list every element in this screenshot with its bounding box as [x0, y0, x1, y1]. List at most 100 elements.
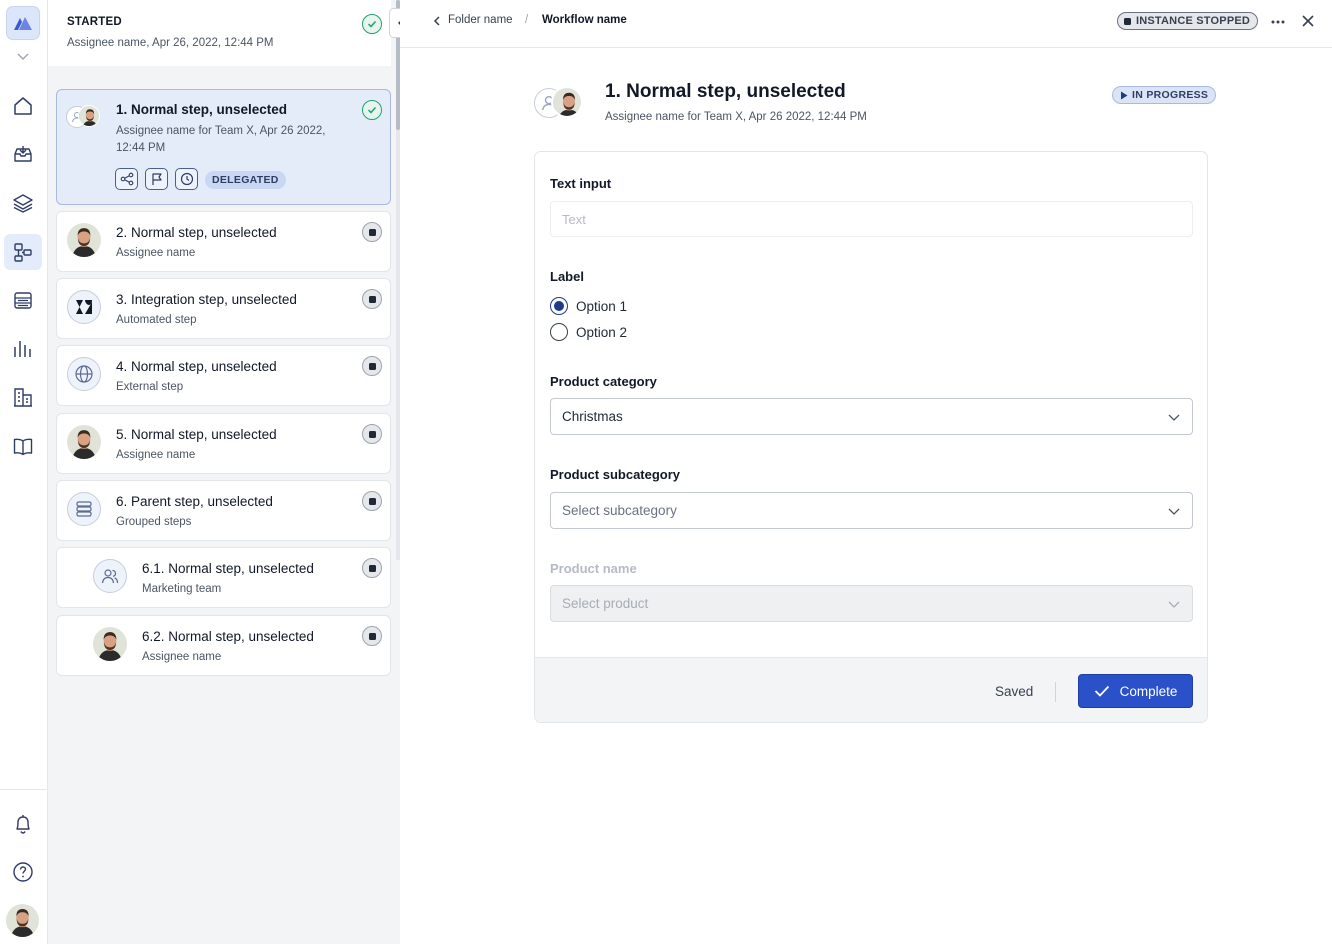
nav-list[interactable] — [4, 282, 42, 318]
steps-panel: STARTED Assignee name, Apr 26, 2022, 12:… — [48, 0, 400, 944]
user-avatar[interactable] — [6, 904, 39, 937]
app-logo[interactable] — [6, 6, 40, 40]
step-subtitle: Automated step — [116, 314, 197, 326]
radio-unselected-icon — [550, 323, 568, 341]
step-subtitle: Assignee name for Team X, Apr 26 2022, 1… — [116, 125, 326, 154]
saved-status: Saved — [995, 684, 1034, 699]
more-options-icon[interactable] — [1270, 14, 1286, 30]
nav-help[interactable] — [4, 854, 42, 890]
breadcrumb-folder[interactable]: Folder name — [448, 14, 513, 26]
assignee-avatar — [93, 627, 127, 661]
form-footer: Saved Complete — [535, 657, 1207, 722]
step-card-6-1[interactable]: 6.1. Normal step, unselected Marketing t… — [56, 547, 391, 608]
chevron-down-icon — [1168, 414, 1180, 421]
delegated-badge: DELEGATED — [205, 171, 286, 189]
chevron-down-icon[interactable] — [15, 48, 31, 64]
globe-icon — [67, 357, 101, 391]
help-icon — [13, 862, 33, 882]
step-form: Text input Text Label Option 1 Option 2 … — [534, 151, 1208, 723]
share-button[interactable] — [115, 168, 138, 190]
nav-docs[interactable] — [4, 428, 42, 464]
stopped-icon — [362, 289, 382, 309]
text-input-label: Text input — [550, 176, 612, 191]
building-icon — [14, 388, 32, 407]
started-title: STARTED — [67, 16, 122, 28]
nav-inbox[interactable] — [4, 136, 42, 172]
clock-icon — [180, 172, 193, 186]
step-card-5[interactable]: 5. Normal step, unselected Assignee name — [56, 413, 391, 474]
step-card-6-2[interactable]: 6.2. Normal step, unselected Assignee na… — [56, 615, 391, 676]
flag-button[interactable] — [145, 168, 168, 190]
nav-home[interactable] — [4, 88, 42, 124]
clock-button[interactable] — [175, 168, 198, 190]
layers-icon — [13, 194, 33, 213]
nav-notifications[interactable] — [4, 806, 42, 842]
in-progress-badge: IN PROGRESS — [1112, 86, 1217, 104]
step-card-4[interactable]: 4. Normal step, unselected External step — [56, 345, 391, 406]
team-icon — [93, 559, 127, 593]
bell-icon — [16, 815, 30, 834]
group-icon — [67, 492, 101, 526]
product-category-select[interactable]: Christmas — [550, 398, 1193, 435]
assignee-avatar — [67, 425, 101, 459]
play-icon — [1121, 91, 1128, 99]
step-title: 3. Integration step, unselected — [116, 292, 297, 307]
logo-icon — [14, 17, 32, 30]
nav-workflows[interactable] — [4, 234, 42, 270]
step-title: 2. Normal step, unselected — [116, 225, 277, 240]
step-title: 6. Parent step, unselected — [116, 494, 273, 509]
step-title: 1. Normal step, unselected — [605, 81, 846, 102]
step-card-2[interactable]: 2. Normal step, unselected Assignee name — [56, 211, 391, 272]
radio-group-label: Label — [550, 269, 584, 284]
chevron-left-icon[interactable] — [432, 16, 442, 26]
step-subtitle: Assignee name — [116, 449, 196, 461]
step-title: 5. Normal step, unselected — [116, 427, 277, 442]
check-icon — [362, 100, 382, 120]
close-icon[interactable] — [1301, 14, 1315, 28]
step-subtitle: Assignee name — [142, 651, 222, 663]
step-card-1[interactable]: 1. Normal step, unselected Assignee name… — [56, 89, 391, 205]
footer-divider — [1055, 682, 1056, 702]
step-title: 4. Normal step, unselected — [116, 359, 277, 374]
share-icon — [120, 172, 133, 186]
check-icon — [1094, 685, 1109, 697]
book-icon — [13, 438, 33, 456]
step-subtitle: Assignee name — [116, 247, 196, 259]
radio-option-1[interactable]: Option 1 — [550, 297, 627, 315]
stopped-icon — [362, 626, 382, 646]
product-subcategory-select[interactable]: Select subcategory — [550, 492, 1193, 529]
zendesk-icon — [67, 290, 101, 324]
step-subtitle: External step — [116, 381, 184, 393]
step-card-6[interactable]: 6. Parent step, unselected Grouped steps — [56, 480, 391, 541]
stopped-icon — [362, 558, 382, 578]
flag-icon — [151, 173, 162, 185]
chevron-down-icon — [1168, 601, 1180, 608]
analytics-icon — [14, 341, 31, 357]
step-title: 1. Normal step, unselected — [116, 102, 288, 117]
assignee-avatar — [67, 223, 101, 257]
app-rail — [0, 0, 48, 944]
nav-organization[interactable] — [4, 379, 42, 415]
stopped-icon — [362, 491, 382, 511]
radio-option-2[interactable]: Option 2 — [550, 323, 627, 341]
instance-status-badge: INSTANCE STOPPED — [1117, 12, 1259, 30]
assignee-avatar — [78, 105, 100, 127]
step-title: 6.1. Normal step, unselected — [142, 561, 314, 576]
stopped-icon — [362, 222, 382, 242]
step-subtitle: Assignee name for Team X, Apr 26 2022, 1… — [605, 111, 867, 123]
text-input[interactable]: Text — [550, 201, 1193, 237]
home-icon — [14, 97, 32, 115]
step-card-3[interactable]: 3. Integration step, unselected Automate… — [56, 278, 391, 339]
top-bar: Folder name / Workflow name INSTANCE STO… — [400, 0, 1332, 48]
stop-icon — [1124, 17, 1131, 25]
chevron-down-icon — [1168, 508, 1180, 515]
nav-analytics[interactable] — [4, 330, 42, 366]
workflow-icon — [14, 243, 32, 262]
step-title: 6.2. Normal step, unselected — [142, 629, 314, 644]
product-category-label: Product category — [550, 374, 657, 389]
stopped-icon — [362, 424, 382, 444]
complete-button[interactable]: Complete — [1078, 674, 1193, 708]
breadcrumb-separator: / — [525, 14, 529, 26]
nav-layers[interactable] — [4, 185, 42, 221]
product-subcategory-label: Product subcategory — [550, 467, 681, 482]
